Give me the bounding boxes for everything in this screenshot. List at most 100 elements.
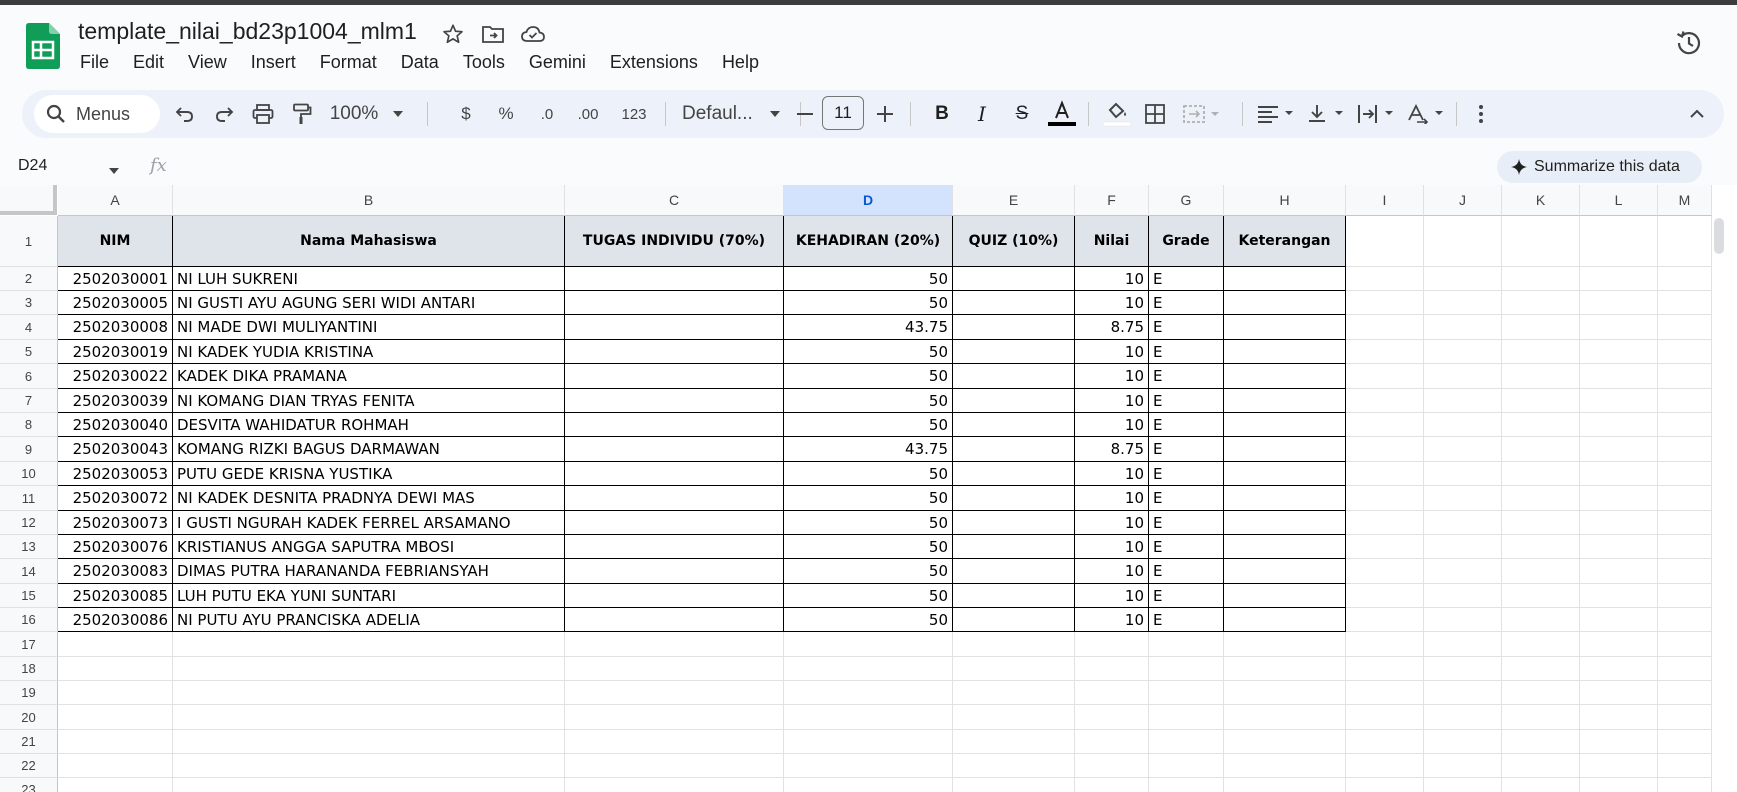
empty-cell[interactable] (1580, 511, 1658, 535)
column-header-h[interactable]: H (1224, 185, 1346, 216)
cell-grade[interactable]: E (1149, 413, 1224, 437)
menus-search[interactable]: Menus (34, 95, 160, 133)
cell-tugas[interactable] (565, 291, 784, 315)
empty-cell[interactable] (1424, 511, 1502, 535)
empty-cell[interactable] (173, 754, 565, 778)
cell-ket[interactable] (1224, 291, 1346, 315)
empty-cell[interactable] (784, 681, 953, 705)
cell-ket[interactable] (1224, 486, 1346, 511)
empty-cell[interactable] (1502, 778, 1580, 792)
empty-cell[interactable] (1075, 632, 1149, 657)
empty-cell[interactable] (1149, 657, 1224, 681)
row-header-1[interactable]: 1 (0, 216, 58, 267)
empty-cell[interactable] (1346, 681, 1424, 705)
header-cell[interactable]: KEHADIRAN (20%) (784, 216, 953, 267)
cell-nilai[interactable]: 8.75 (1075, 315, 1149, 340)
cell-grade[interactable]: E (1149, 511, 1224, 535)
empty-cell[interactable] (953, 705, 1075, 730)
italic-icon[interactable]: I (967, 90, 997, 138)
empty-cell[interactable] (565, 681, 784, 705)
empty-cell[interactable] (58, 705, 173, 730)
column-header-c[interactable]: C (565, 185, 784, 216)
row-header-18[interactable]: 18 (0, 657, 58, 681)
empty-cell[interactable] (1502, 535, 1580, 559)
cell-quiz[interactable] (953, 584, 1075, 608)
row-header-15[interactable]: 15 (0, 584, 58, 608)
cell-ket[interactable] (1224, 584, 1346, 608)
cell-kehadiran[interactable]: 50 (784, 511, 953, 535)
cell-quiz[interactable] (953, 437, 1075, 462)
empty-cell[interactable] (1424, 267, 1502, 291)
vertical-align-icon[interactable] (1304, 90, 1350, 138)
empty-cell[interactable] (1346, 216, 1424, 267)
empty-cell[interactable] (58, 657, 173, 681)
cell-tugas[interactable] (565, 364, 784, 389)
cell-nim[interactable]: 2502030072 (58, 486, 173, 511)
cell-nilai[interactable]: 10 (1075, 462, 1149, 486)
empty-cell[interactable] (1580, 315, 1658, 340)
empty-cell[interactable] (1658, 291, 1712, 315)
cell-nama[interactable]: DIMAS PUTRA HARANANDA FEBRIANSYAH (173, 559, 565, 584)
empty-cell[interactable] (1658, 267, 1712, 291)
menu-edit[interactable]: Edit (121, 50, 176, 75)
cell-kehadiran[interactable]: 50 (784, 364, 953, 389)
empty-cell[interactable] (1224, 778, 1346, 792)
cell-grade[interactable]: E (1149, 608, 1224, 632)
empty-cell[interactable] (1580, 681, 1658, 705)
percent-format-button[interactable]: % (494, 90, 518, 138)
cell-nim[interactable]: 2502030086 (58, 608, 173, 632)
increase-decimal-button[interactable]: .00 (570, 90, 606, 138)
empty-cell[interactable] (1580, 608, 1658, 632)
move-folder-icon[interactable] (480, 22, 506, 46)
empty-cell[interactable] (953, 632, 1075, 657)
empty-cell[interactable] (1580, 413, 1658, 437)
cell-nama[interactable]: NI KOMANG DIAN TRYAS FENITA (173, 389, 565, 413)
empty-cell[interactable] (1658, 462, 1712, 486)
row-header-4[interactable]: 4 (0, 315, 58, 340)
cell-quiz[interactable] (953, 364, 1075, 389)
empty-cell[interactable] (953, 754, 1075, 778)
empty-cell[interactable] (1424, 632, 1502, 657)
empty-cell[interactable] (1658, 657, 1712, 681)
cell-nim[interactable]: 2502030043 (58, 437, 173, 462)
cell-grade[interactable]: E (1149, 437, 1224, 462)
row-header-21[interactable]: 21 (0, 730, 58, 754)
menu-gemini[interactable]: Gemini (517, 50, 598, 75)
empty-cell[interactable] (1658, 486, 1712, 511)
cell-ket[interactable] (1224, 437, 1346, 462)
empty-cell[interactable] (1346, 632, 1424, 657)
header-cell[interactable]: NIM (58, 216, 173, 267)
column-header-i[interactable]: I (1346, 185, 1424, 216)
cell-tugas[interactable] (565, 267, 784, 291)
cell-kehadiran[interactable]: 50 (784, 413, 953, 437)
empty-cell[interactable] (1502, 340, 1580, 364)
cell-grade[interactable]: E (1149, 584, 1224, 608)
empty-cell[interactable] (1502, 291, 1580, 315)
empty-cell[interactable] (1580, 389, 1658, 413)
empty-cell[interactable] (565, 632, 784, 657)
empty-cell[interactable] (953, 730, 1075, 754)
empty-cell[interactable] (1502, 389, 1580, 413)
row-header-16[interactable]: 16 (0, 608, 58, 632)
empty-cell[interactable] (173, 730, 565, 754)
cell-grade[interactable]: E (1149, 535, 1224, 559)
cell-nim[interactable]: 2502030008 (58, 315, 173, 340)
cell-kehadiran[interactable]: 50 (784, 340, 953, 364)
cell-quiz[interactable] (953, 511, 1075, 535)
empty-cell[interactable] (1424, 413, 1502, 437)
empty-cell[interactable] (1346, 462, 1424, 486)
cell-nilai[interactable]: 8.75 (1075, 437, 1149, 462)
cell-tugas[interactable] (565, 511, 784, 535)
empty-cell[interactable] (1424, 364, 1502, 389)
cell-ket[interactable] (1224, 535, 1346, 559)
cell-ket[interactable] (1224, 511, 1346, 535)
menu-tools[interactable]: Tools (451, 50, 517, 75)
cell-nim[interactable]: 2502030022 (58, 364, 173, 389)
empty-cell[interactable] (1346, 486, 1424, 511)
cell-ket[interactable] (1224, 608, 1346, 632)
cell-ket[interactable] (1224, 559, 1346, 584)
cell-nim[interactable]: 2502030073 (58, 511, 173, 535)
cell-nama[interactable]: NI PUTU AYU PRANCISKA ADELIA (173, 608, 565, 632)
empty-cell[interactable] (1658, 535, 1712, 559)
empty-cell[interactable] (1580, 291, 1658, 315)
